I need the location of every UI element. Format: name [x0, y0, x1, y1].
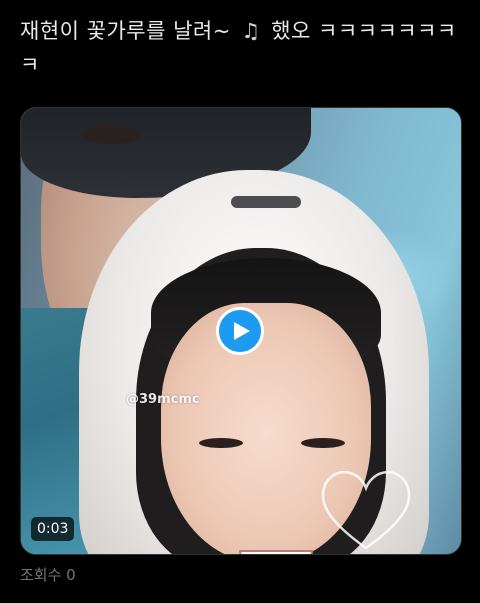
play-button[interactable] [216, 307, 264, 355]
hood-tab [231, 196, 301, 208]
background-poster-eye [81, 126, 141, 144]
view-count: 조회수 0 [20, 566, 76, 584]
eye-left [199, 438, 243, 448]
music-note-icon: ♫ [241, 19, 261, 43]
tweet-text: 재현이 꽃가루를 날려~ ♫ 했오 ㅋㅋㅋㅋㅋㅋㅋㅋ [20, 14, 470, 82]
video-duration-badge: 0:03 [31, 517, 75, 541]
eye-right [301, 438, 345, 448]
tweet-text-part-1: 재현이 꽃가루를 날려~ [20, 19, 239, 43]
heart-overlay-icon [321, 471, 411, 550]
watermark: @39mcmc [126, 392, 200, 407]
play-icon [233, 322, 250, 340]
mouth [239, 550, 313, 554]
video-player[interactable]: @39mcmc 0:03 [20, 107, 462, 555]
